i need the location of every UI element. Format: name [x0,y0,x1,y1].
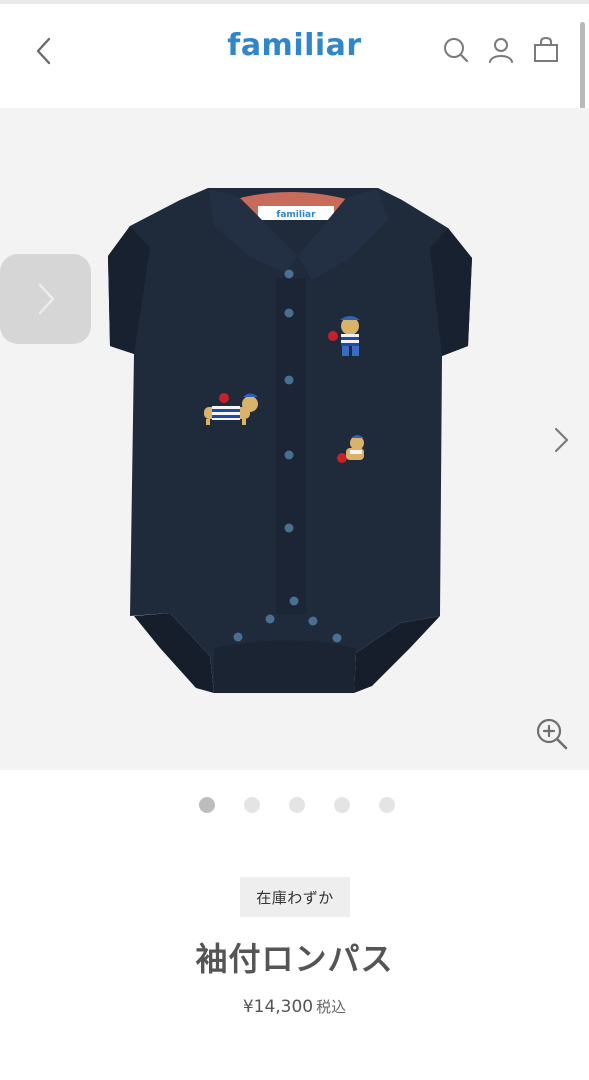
price: ¥14,300 税込 [0,996,589,1017]
product-title: 袖付ロンパス [195,940,394,978]
pagination-dot[interactable] [243,797,260,813]
chevron-right-icon [38,283,54,315]
previous-image-button[interactable] [0,254,91,344]
product-image: familiar [108,188,472,693]
pagination-dot[interactable] [288,797,305,813]
next-image-button[interactable] [546,422,576,458]
chevron-right-icon [554,427,569,453]
shopping-bag-icon [534,36,558,62]
tax-label: 税込 [316,998,347,1016]
search-icon [444,38,469,63]
cart-button[interactable] [531,35,561,65]
account-button[interactable] [486,35,516,65]
price-value: ¥14,300 [242,997,314,1017]
zoom-in-icon [536,718,568,750]
product-image-gallery[interactable]: familiar [0,108,589,770]
label-tag-text: familiar [276,210,316,220]
user-icon [489,38,513,63]
search-button[interactable] [441,35,471,65]
zoom-button[interactable] [534,716,570,752]
gallery-pagination [0,797,589,815]
pagination-dot[interactable] [378,797,395,813]
pagination-dot[interactable] [333,797,350,813]
site-header: familiar [0,4,589,108]
stock-status-badge: 在庫わずか [240,877,350,917]
pagination-dot[interactable] [198,797,215,813]
